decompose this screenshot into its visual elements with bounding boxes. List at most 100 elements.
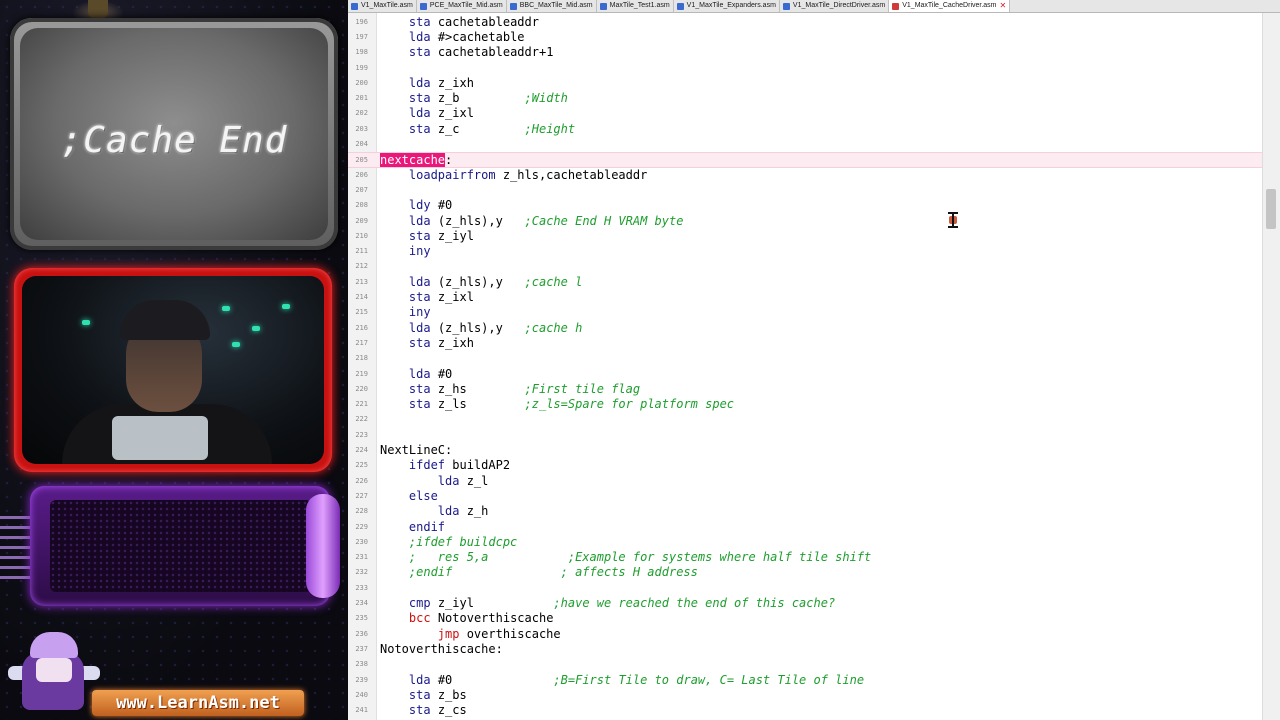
scrollbar-thumb[interactable] bbox=[1266, 189, 1276, 229]
code-text: jmp overthiscache bbox=[437, 626, 561, 641]
line-number: 235 bbox=[355, 614, 368, 623]
code-line[interactable]: 233 bbox=[348, 581, 1263, 596]
code-text: sta z_iyl bbox=[408, 228, 474, 243]
code-line[interactable]: 228 lda z_h bbox=[348, 504, 1263, 519]
code-line[interactable]: 230 ;ifdef buildcpc bbox=[348, 535, 1263, 550]
code-line[interactable]: 208 ldy #0 bbox=[348, 198, 1263, 213]
code-line[interactable]: 226 lda z_l bbox=[348, 474, 1263, 489]
code-line[interactable]: 207 bbox=[348, 183, 1263, 198]
line-number: 226 bbox=[355, 476, 368, 485]
code-line[interactable]: 200 lda z_ixh bbox=[348, 76, 1263, 91]
text-cursor-icon bbox=[948, 212, 958, 228]
stream-overlay-panel: ;Cache End www.LearnAsm.net bbox=[0, 0, 348, 720]
code-line[interactable]: 213 lda (z_hls),y ;cache l bbox=[348, 275, 1263, 290]
code-area[interactable]: 196 sta cachetableaddr 197 lda #>cachetab… bbox=[348, 0, 1280, 720]
retro-device-graphic bbox=[0, 478, 348, 616]
code-text: ; res 5,a ;Example for systems where hal… bbox=[380, 550, 872, 565]
background-light bbox=[82, 320, 90, 325]
code-line[interactable]: 220 sta z_hs ;First tile flag bbox=[348, 382, 1263, 397]
code-line[interactable]: 196 sta cachetableaddr bbox=[348, 15, 1263, 30]
code-line[interactable]: 232 ;endif ; affects H address bbox=[348, 565, 1263, 580]
code-line[interactable]: 201 sta z_b ;Width bbox=[348, 91, 1263, 106]
line-number: 210 bbox=[355, 231, 368, 240]
code-line[interactable]: 212 bbox=[348, 259, 1263, 274]
code-line[interactable]: 215 iny bbox=[348, 305, 1263, 320]
mascot-face bbox=[36, 658, 72, 682]
code-line[interactable]: 205 nextcache: bbox=[348, 152, 1263, 168]
code-line[interactable]: 198 sta cachetableaddr+1 bbox=[348, 45, 1263, 60]
code-line[interactable]: 224 NextLineC: bbox=[348, 443, 1263, 458]
topic-sign-text: ;Cache End bbox=[60, 119, 288, 161]
code-line[interactable]: 227 else bbox=[348, 489, 1263, 504]
code-line[interactable]: 218 bbox=[348, 351, 1263, 366]
code-line[interactable]: 219 lda #0 bbox=[348, 367, 1263, 382]
code-line[interactable]: 234 cmp z_iyl ;have we reached the end o… bbox=[348, 596, 1263, 611]
code-line[interactable]: 209 lda (z_hls),y ;Cache End H VRAM byte bbox=[348, 214, 1263, 229]
background-light bbox=[282, 304, 290, 309]
code-line[interactable]: 202 lda z_ixl bbox=[348, 106, 1263, 121]
webcam-frame bbox=[14, 268, 332, 472]
code-text: lda z_ixl bbox=[408, 106, 474, 121]
line-number: 208 bbox=[355, 201, 368, 210]
line-number: 213 bbox=[355, 277, 368, 286]
code-line[interactable]: 223 bbox=[348, 428, 1263, 443]
code-line[interactable]: 199 bbox=[348, 61, 1263, 76]
line-number: 239 bbox=[355, 675, 368, 684]
code-text: lda (z_hls),y ;Cache End H VRAM byte bbox=[408, 213, 684, 228]
code-text: sta z_ixh bbox=[408, 335, 474, 350]
line-number: 207 bbox=[355, 185, 368, 194]
code-text: iny bbox=[408, 305, 431, 320]
code-line[interactable]: 214 sta z_ixl bbox=[348, 290, 1263, 305]
code-line[interactable]: 210 sta z_iyl bbox=[348, 229, 1263, 244]
code-line[interactable]: 236 jmp overthiscache bbox=[348, 627, 1263, 642]
code-line[interactable]: 221 sta z_ls ;z_ls=Spare for platform sp… bbox=[348, 397, 1263, 412]
device-screen bbox=[50, 500, 312, 592]
device-cables bbox=[0, 516, 34, 586]
line-number: 232 bbox=[355, 568, 368, 577]
line-number: 238 bbox=[355, 660, 368, 669]
line-number: 209 bbox=[355, 216, 368, 225]
code-line[interactable]: 235 bcc Notoverthiscache bbox=[348, 611, 1263, 626]
line-number: 217 bbox=[355, 338, 368, 347]
line-number: 198 bbox=[355, 48, 368, 57]
code-line[interactable]: 231 ; res 5,a ;Example for systems where… bbox=[348, 550, 1263, 565]
line-number: 212 bbox=[355, 262, 368, 271]
line-number: 203 bbox=[355, 124, 368, 133]
line-number: 220 bbox=[355, 384, 368, 393]
line-number: 224 bbox=[355, 446, 368, 454]
code-text: sta z_cs bbox=[408, 703, 467, 718]
presenter-shirt-print bbox=[112, 416, 208, 460]
code-text: ldy #0 bbox=[408, 198, 453, 213]
code-line[interactable]: 206 loadpairfrom z_hls,cachetableaddr bbox=[348, 168, 1263, 183]
code-line[interactable]: 216 lda (z_hls),y ;cache h bbox=[348, 321, 1263, 336]
line-number: 197 bbox=[355, 32, 368, 41]
line-number: 233 bbox=[355, 583, 368, 592]
code-text: sta z_hs ;First tile flag bbox=[408, 381, 641, 396]
code-line[interactable]: 239 lda #0 ;B=First Tile to draw, C= Las… bbox=[348, 673, 1263, 688]
code-line[interactable]: 225 ifdef buildAP2 bbox=[348, 458, 1263, 473]
code-line[interactable]: 203 sta z_c ;Height bbox=[348, 122, 1263, 137]
website-banner: www.LearnAsm.net bbox=[92, 690, 304, 716]
code-text: lda z_h bbox=[437, 504, 489, 519]
code-line[interactable]: 197 lda #>cachetable bbox=[348, 30, 1263, 45]
code-text: ;ifdef buildcpc bbox=[380, 534, 518, 549]
code-line[interactable]: 240 sta z_bs bbox=[348, 688, 1263, 703]
cursor-cap-bottom bbox=[948, 226, 958, 228]
line-number: 240 bbox=[355, 690, 368, 699]
line-number: 214 bbox=[355, 293, 368, 301]
code-line[interactable]: 204 bbox=[348, 137, 1263, 152]
vertical-scrollbar[interactable] bbox=[1262, 13, 1280, 720]
code-line[interactable]: 217 sta z_ixh bbox=[348, 336, 1263, 351]
line-number: 241 bbox=[355, 706, 368, 715]
code-line[interactable]: 238 bbox=[348, 657, 1263, 672]
line-number: 237 bbox=[355, 644, 368, 653]
code-line[interactable]: 229 endif bbox=[348, 520, 1263, 535]
code-line[interactable]: 211 iny bbox=[348, 244, 1263, 259]
background-light bbox=[222, 306, 230, 311]
code-line[interactable]: 222 bbox=[348, 412, 1263, 427]
code-line[interactable]: 241 sta z_cs bbox=[348, 703, 1263, 718]
code-line[interactable]: 237 Notoverthiscache: bbox=[348, 642, 1263, 657]
device-tube bbox=[306, 494, 340, 598]
code-text: lda z_ixh bbox=[408, 75, 474, 90]
code-text: iny bbox=[408, 244, 431, 259]
